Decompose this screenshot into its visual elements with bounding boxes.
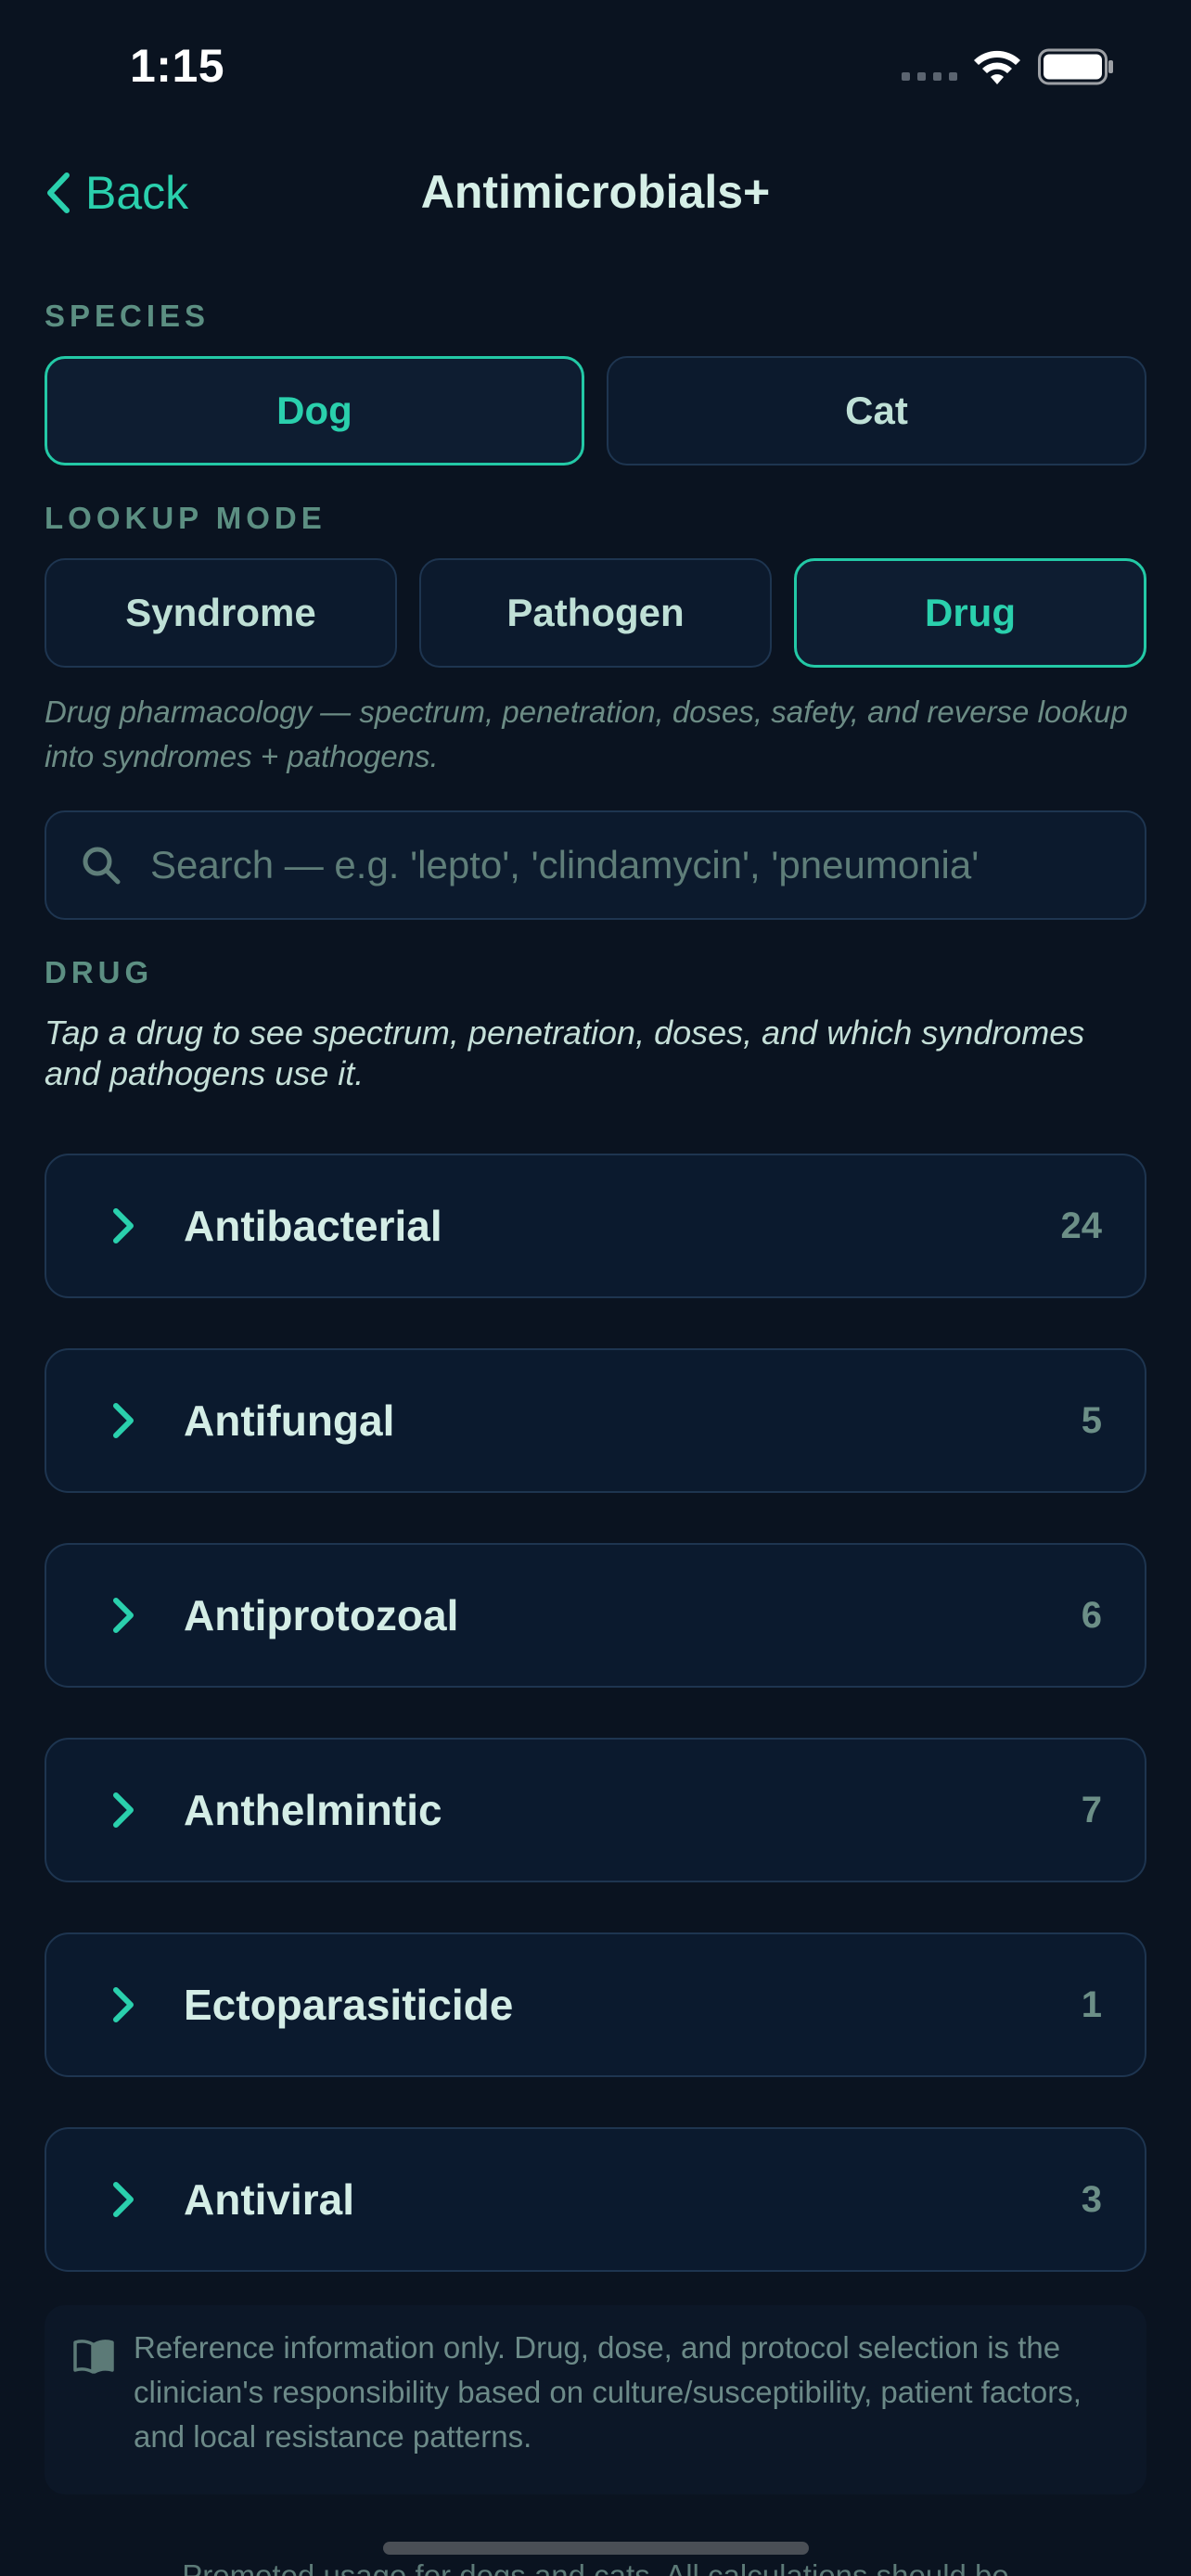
category-name: Antifungal: [184, 1396, 395, 1445]
mode-description: Drug pharmacology — spectrum, penetratio…: [45, 695, 1128, 773]
category-count: 7: [1081, 1789, 1102, 1830]
category-count: 1: [1081, 1983, 1102, 2025]
lookup-mode-label: LOOKUP MODE: [45, 501, 327, 535]
search-input[interactable]: [150, 843, 1145, 887]
mode-syndrome-button[interactable]: Syndrome: [45, 558, 397, 668]
chevron-right-icon: [113, 1403, 134, 1438]
mode-drug-button[interactable]: Drug: [794, 558, 1146, 668]
category-row-anthelmintic[interactable]: Anthelmintic 7: [45, 1738, 1146, 1882]
chevron-right-icon: [113, 1208, 134, 1243]
category-name: Ectoparasiticide: [184, 1981, 514, 2029]
category-count: 24: [1060, 1205, 1103, 1246]
category-count: 5: [1081, 1399, 1102, 1441]
species-dog-button[interactable]: Dog: [45, 356, 584, 465]
chevron-right-icon: [113, 1792, 134, 1828]
category-name: Antiprotozoal: [184, 1591, 459, 1639]
status-time: 1:15: [130, 40, 225, 92]
footer-text: Promoted usage for dogs and cats. All ca…: [182, 2558, 1009, 2576]
category-row-antibacterial[interactable]: Antibacterial 24: [45, 1154, 1146, 1298]
category-count: 3: [1081, 2178, 1102, 2220]
species-cat-button[interactable]: Cat: [607, 356, 1146, 465]
disclaimer-box: Reference information only. Drug, dose, …: [45, 2305, 1146, 2494]
cellular-signal-icon: [902, 72, 957, 82]
wifi-icon: [974, 50, 1020, 84]
disclaimer-text: Reference information only. Drug, dose, …: [134, 2330, 1082, 2454]
drug-section-label: DRUG: [45, 955, 154, 989]
drug-section-hint: Tap a drug to see spectrum, penetration,…: [45, 1014, 1085, 1092]
category-name: Antiviral: [184, 2175, 355, 2224]
search-field[interactable]: [45, 810, 1146, 920]
page-title: Antimicrobials+: [420, 166, 771, 218]
category-name: Anthelmintic: [184, 1786, 442, 1834]
battery-icon: [1038, 48, 1113, 85]
category-count: 6: [1081, 1594, 1102, 1636]
home-indicator[interactable]: [383, 2542, 809, 2555]
chevron-right-icon: [113, 1598, 134, 1633]
mode-pathogen-button[interactable]: Pathogen: [419, 558, 772, 668]
category-row-antifungal[interactable]: Antifungal 5: [45, 1348, 1146, 1493]
category-row-ectoparasiticide[interactable]: Ectoparasiticide 1: [45, 1932, 1146, 2077]
species-label: SPECIES: [45, 299, 211, 333]
book-open-icon: [73, 2340, 114, 2374]
category-name: Antibacterial: [184, 1202, 442, 1250]
chevron-right-icon: [113, 1987, 134, 2022]
category-row-antiprotozoal[interactable]: Antiprotozoal 6: [45, 1543, 1146, 1688]
search-icon: [83, 847, 121, 885]
category-row-antiviral[interactable]: Antiviral 3: [45, 2127, 1146, 2272]
chevron-right-icon: [113, 2182, 134, 2217]
